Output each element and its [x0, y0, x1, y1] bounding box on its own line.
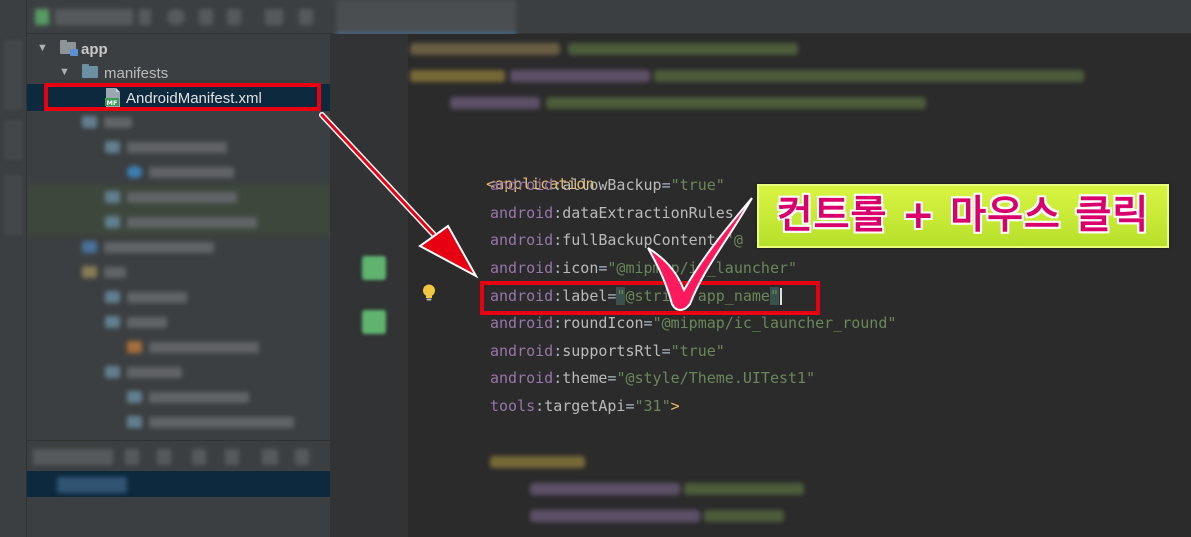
tree-row[interactable] [27, 335, 330, 360]
tree-row[interactable] [27, 285, 330, 310]
tree-row[interactable] [27, 260, 330, 285]
gear-icon[interactable] [262, 449, 278, 465]
code-line-application: <application [486, 175, 595, 193]
callout-box: 컨트롤 + 마우스 클릭 [757, 184, 1169, 248]
expand-icon[interactable] [227, 9, 241, 25]
tool-window-strip [0, 0, 27, 537]
tree-row[interactable] [27, 160, 330, 185]
tree-item-label: app [81, 41, 108, 58]
project-panel: ▼ app ▼ manifests MF AndroidManifest.xml [27, 0, 330, 537]
chevron-down-icon[interactable]: ▼ [59, 65, 71, 79]
code-line-full-backup: android:fullBackupContent="@ [490, 231, 743, 249]
code-line-theme: android:theme="@style/Theme.UITest1" [490, 369, 816, 387]
gutter-resource-icon[interactable] [362, 310, 386, 334]
code-line-target-api: tools:targetApi="31"> [490, 397, 680, 415]
editor-tab-android-manifest[interactable] [336, 0, 516, 36]
tree-row[interactable] [27, 385, 330, 410]
tree-row[interactable] [27, 110, 330, 135]
gutter-resource-icon[interactable] [362, 256, 386, 280]
chevron-down-icon[interactable]: ▼ [37, 41, 49, 55]
resource-manager-tab[interactable] [4, 120, 22, 160]
callout-text: 컨트롤 + 마우스 클릭 [776, 193, 1150, 238]
locate-icon[interactable] [167, 9, 185, 25]
collapse-icon[interactable] [199, 9, 213, 25]
code-line-allow-backup: android:allowBackup="true" [490, 176, 725, 194]
collapse-icon[interactable] [225, 449, 239, 465]
structure-tool-tab[interactable] [4, 175, 22, 235]
label-highlight-box [480, 281, 820, 315]
manifest-highlight-box [44, 83, 321, 111]
sort-icon[interactable] [125, 449, 139, 465]
tree-row[interactable] [27, 210, 330, 235]
structure-panel-title [33, 449, 113, 465]
minimize-icon[interactable] [299, 9, 313, 25]
code-line-data-extraction: android:dataExtractionRules [490, 204, 734, 222]
project-tool-tab[interactable] [4, 40, 22, 110]
tree-item-label: manifests [104, 65, 169, 82]
folder-icon [82, 64, 98, 78]
editor-gutter [330, 34, 408, 537]
module-folder-icon [60, 40, 78, 56]
tree-row[interactable] [27, 185, 330, 210]
editor-tab-bar [330, 0, 1191, 36]
view-selector-dropdown[interactable] [55, 9, 133, 25]
android-view-icon [35, 9, 49, 25]
expand-icon[interactable] [192, 449, 206, 465]
structure-panel [27, 440, 330, 537]
minimize-icon[interactable] [295, 449, 309, 465]
code-line-supports-rtl: android:supportsRtl="true" [490, 342, 725, 360]
tree-row[interactable] [27, 310, 330, 335]
tree-row[interactable] [27, 135, 330, 160]
tree-row[interactable] [27, 410, 330, 435]
chevron-down-icon[interactable] [139, 9, 151, 25]
lightbulb-icon[interactable] [422, 284, 436, 302]
filter-icon[interactable] [157, 449, 171, 465]
tree-row[interactable] [27, 360, 330, 385]
tree-item-app[interactable]: ▼ app [27, 37, 330, 62]
tree-row[interactable] [27, 235, 330, 260]
structure-selected-row[interactable] [27, 471, 330, 497]
gear-icon[interactable] [265, 9, 283, 25]
project-panel-header [27, 0, 330, 34]
code-line-icon: android:icon="@mipmap/ic_launcher" [490, 259, 798, 277]
